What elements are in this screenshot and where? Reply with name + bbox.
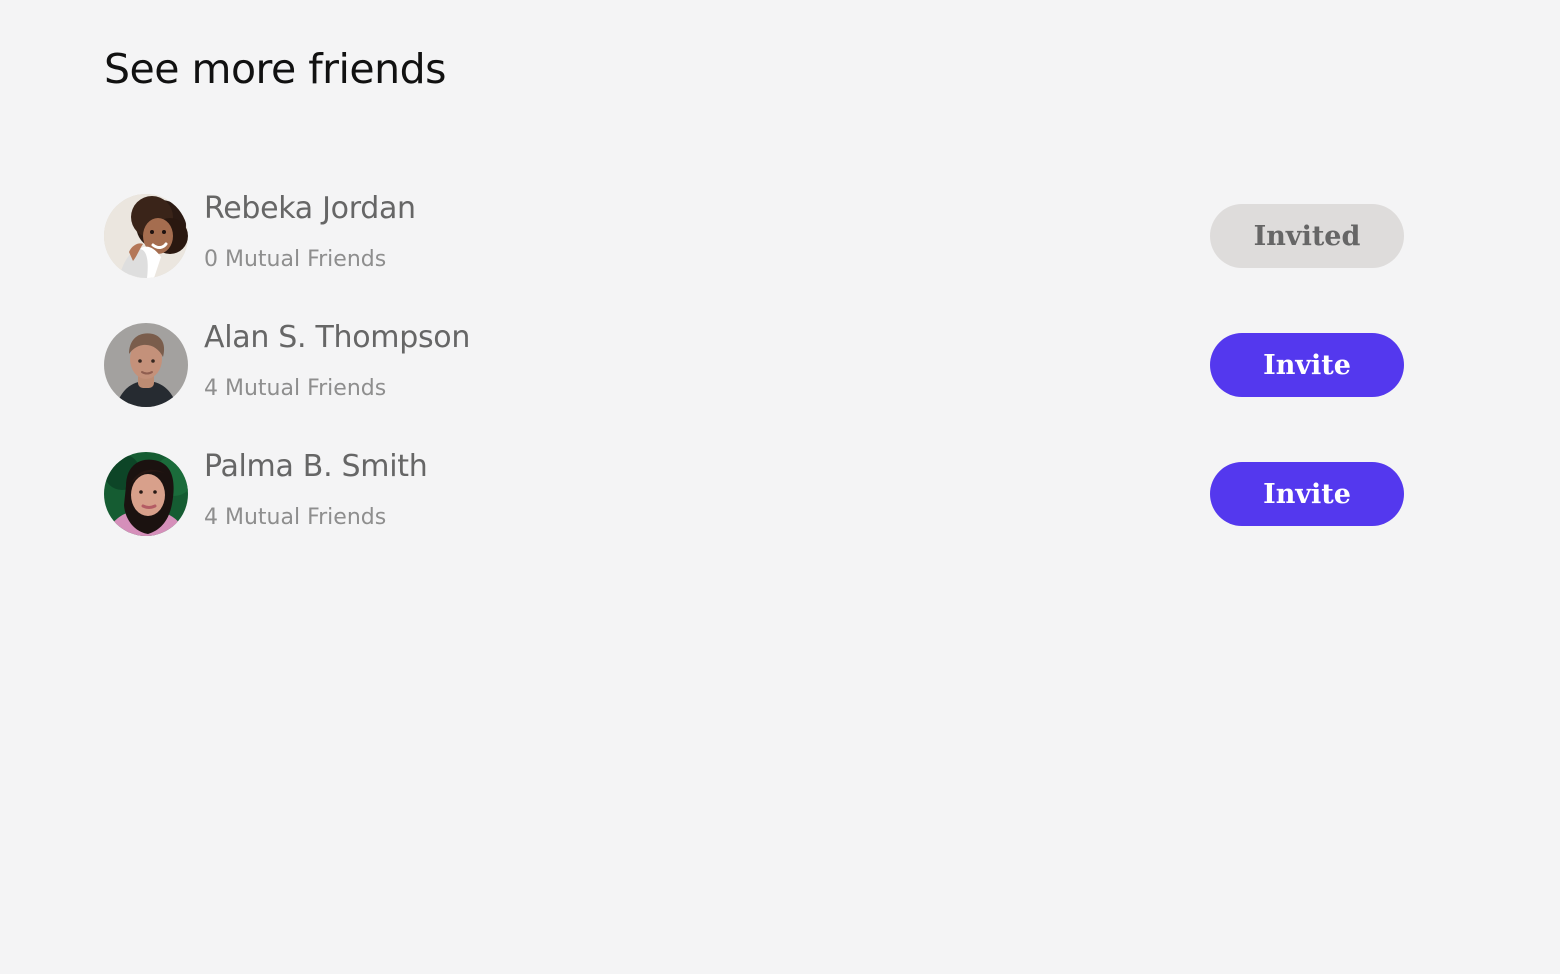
page-title: See more friends [104, 45, 447, 93]
mutual-friends-count: 4 Mutual Friends [204, 376, 387, 401]
mutual-friends-count: 4 Mutual Friends [204, 505, 387, 530]
mutual-friends-count: 0 Mutual Friends [204, 247, 387, 272]
friend-suggestion-row: Palma B. Smith 4 Mutual Friends Invite [104, 449, 1404, 536]
woman-dark-hair-avatar-icon [104, 452, 188, 536]
invited-button[interactable]: Invited [1210, 204, 1404, 268]
man-avatar-icon [104, 323, 188, 407]
friend-suggestion-list: Rebeka Jordan 0 Mutual Friends Invited A… [104, 191, 1404, 581]
friend-suggestion-row: Rebeka Jordan 0 Mutual Friends Invited [104, 191, 1404, 278]
invite-button[interactable]: Invite [1210, 462, 1404, 526]
invite-button[interactable]: Invite [1210, 333, 1404, 397]
friend-name: Alan S. Thompson [204, 320, 471, 355]
friend-name: Rebeka Jordan [204, 191, 416, 226]
friend-name: Palma B. Smith [204, 449, 428, 484]
see-more-friends-page: See more friends Rebeka Jordan 0 Mutual … [0, 0, 1560, 974]
woman-curly-hair-avatar-icon [104, 194, 188, 278]
friend-suggestion-row: Alan S. Thompson 4 Mutual Friends Invite [104, 320, 1404, 407]
